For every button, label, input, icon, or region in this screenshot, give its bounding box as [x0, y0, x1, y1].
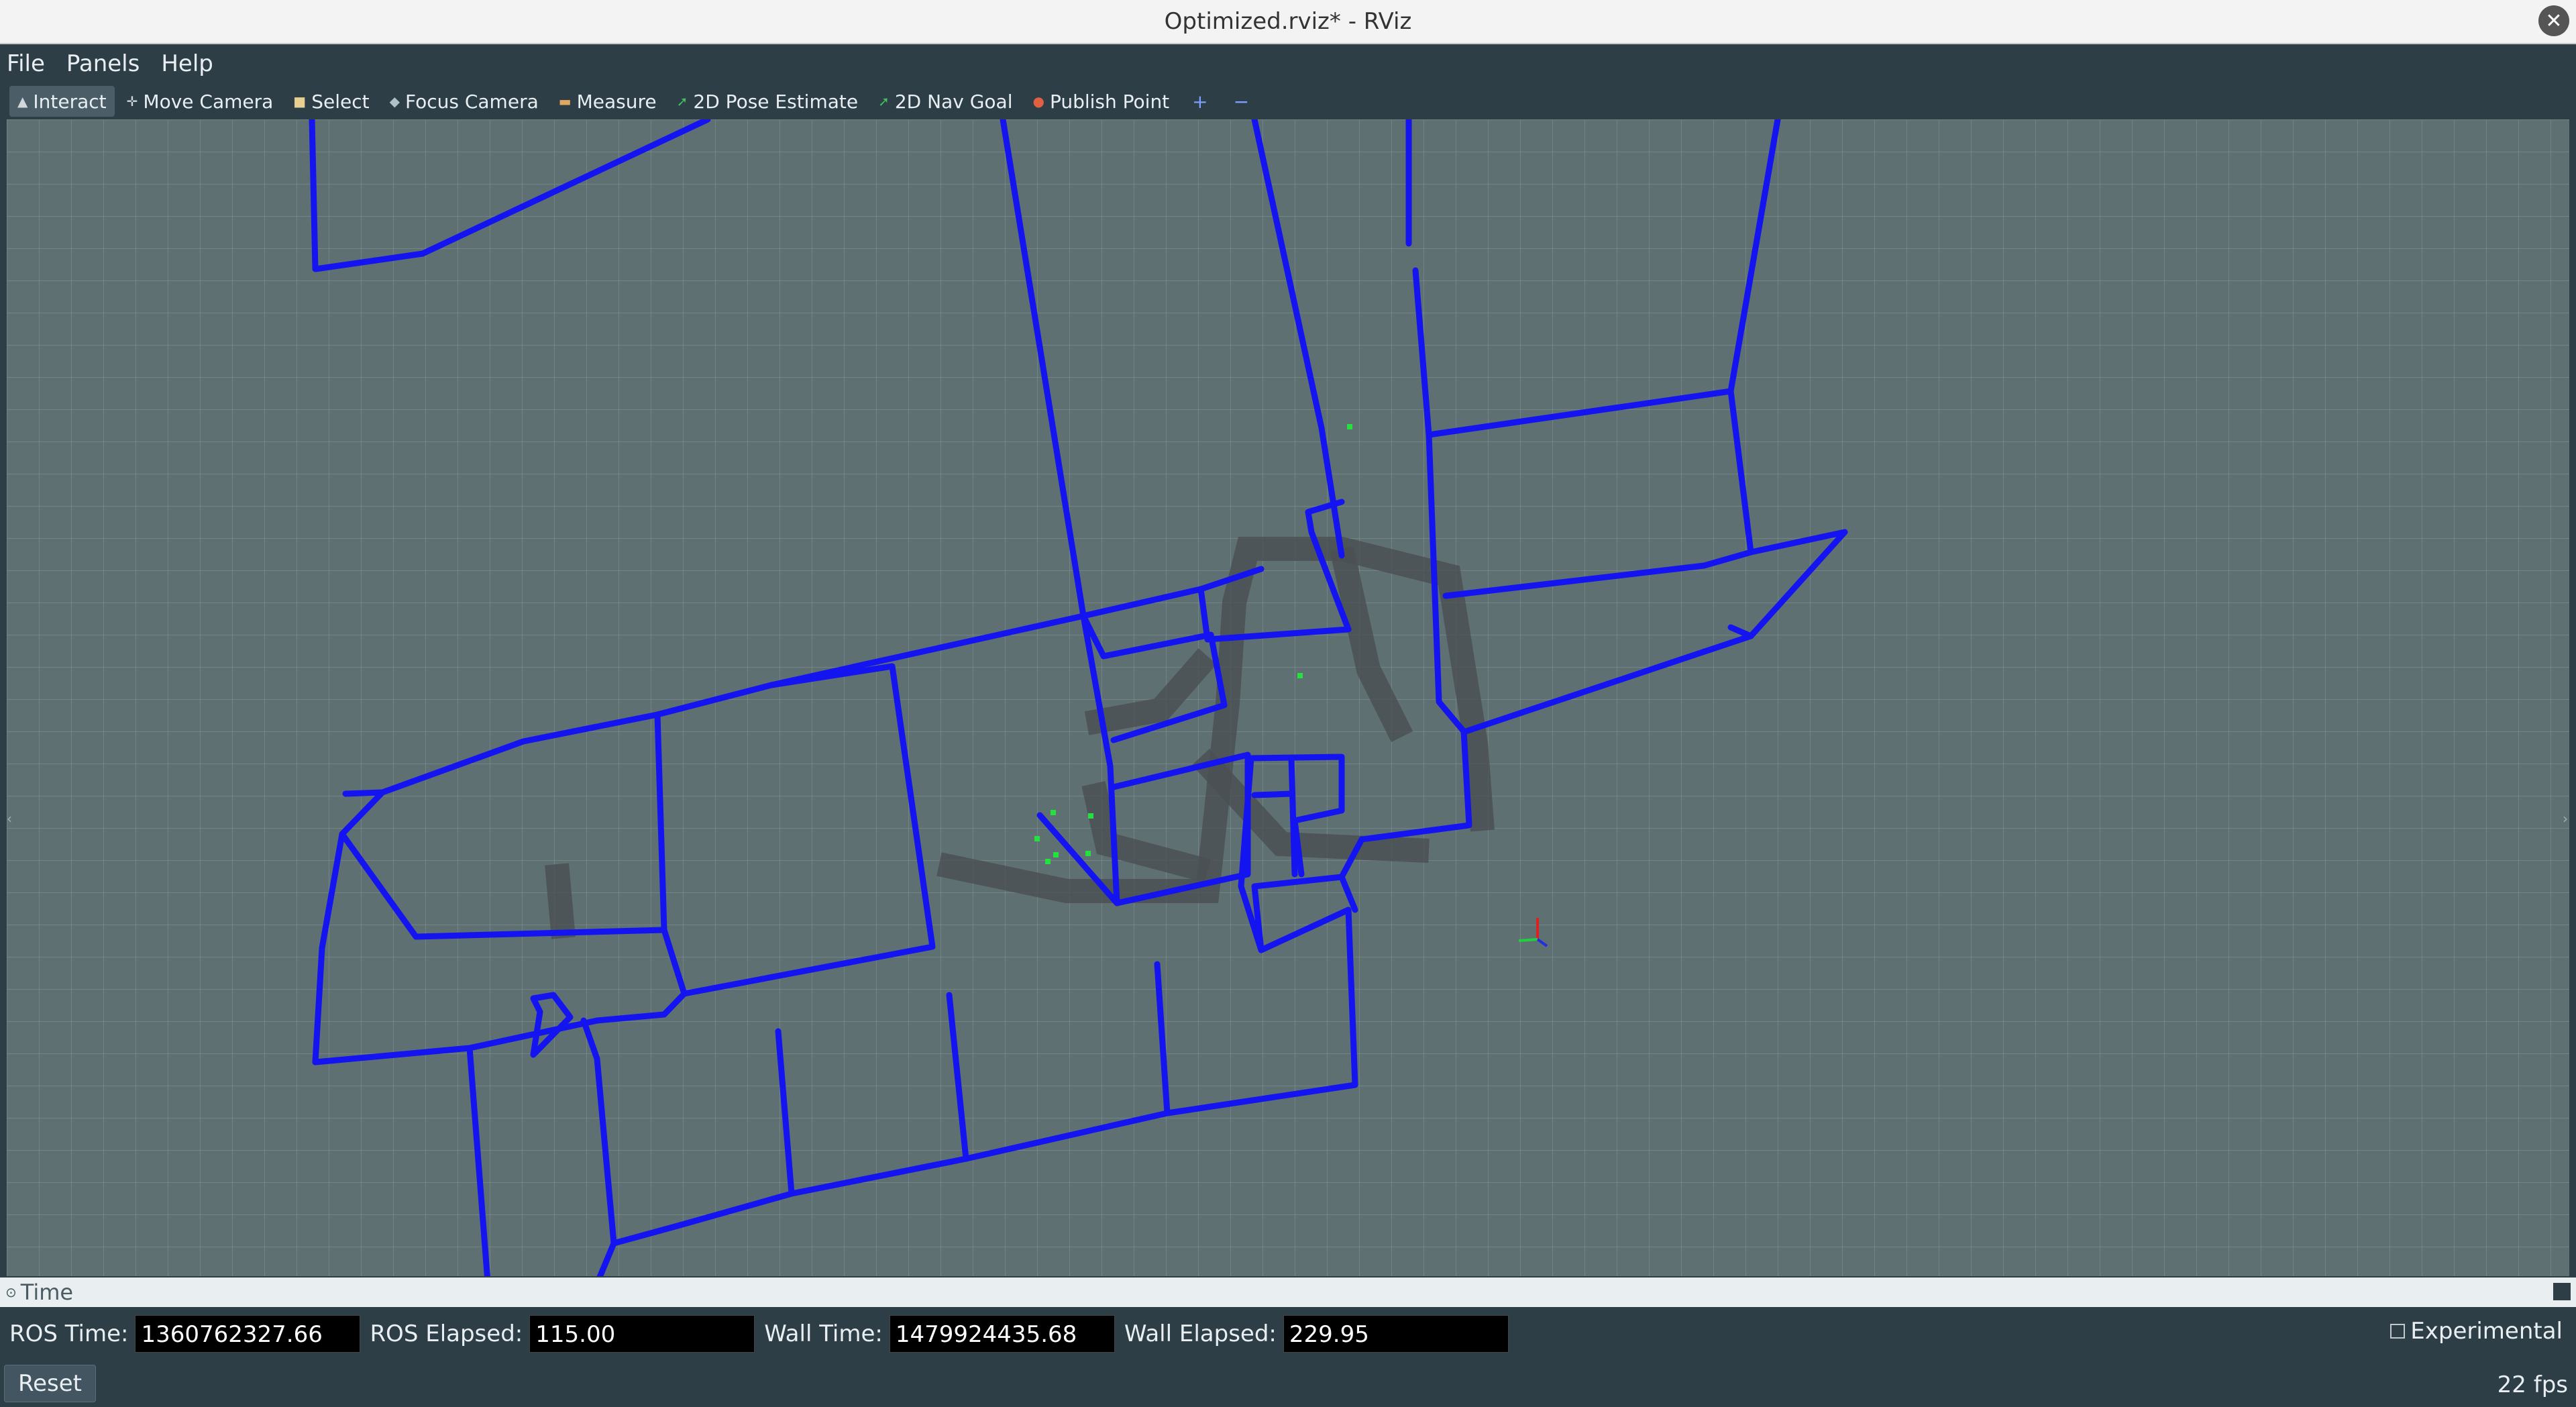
window-title: Optimized.rviz* - RViz: [1164, 8, 1412, 35]
tool-measure[interactable]: ▬ Measure: [551, 86, 665, 117]
status-bar: Reset: [0, 1359, 2576, 1407]
menu-help[interactable]: Help: [161, 50, 213, 77]
plus-icon: +: [1192, 90, 1208, 113]
tool-label: 2D Nav Goal: [894, 90, 1013, 113]
time-panel-header: ⊙ Time: [0, 1278, 2576, 1307]
fps-readout: 22 fps: [2497, 1371, 2568, 1398]
render-viewport[interactable]: ‹ ›: [7, 119, 2569, 1276]
tool-label: Interact: [33, 90, 107, 113]
publish-point-icon: ●: [1032, 93, 1044, 109]
menubar: File Panels Help: [0, 44, 2576, 83]
tool-2d-nav-goal[interactable]: ➚ 2D Nav Goal: [870, 86, 1020, 117]
panel-float-icon[interactable]: [2553, 1283, 2571, 1300]
tool-publish-point[interactable]: ● Publish Point: [1024, 86, 1177, 117]
experimental-checkbox[interactable]: Experimental: [2390, 1318, 2563, 1345]
menu-panels[interactable]: Panels: [66, 50, 140, 77]
measure-icon: ▬: [558, 93, 572, 109]
remove-tool-button[interactable]: −: [1223, 86, 1260, 117]
interact-icon: ▲: [17, 93, 28, 109]
select-icon: ■: [293, 93, 307, 109]
focus-camera-icon: ◆: [389, 93, 400, 109]
wall-time-field[interactable]: 1479924435.68: [889, 1315, 1115, 1353]
render-scene: [7, 119, 2569, 1276]
time-panel-title: Time: [20, 1280, 74, 1305]
wall-elapsed-field[interactable]: 229.95: [1283, 1315, 1509, 1353]
checkbox-icon: [2390, 1324, 2406, 1339]
left-splitter-handle[interactable]: ‹: [7, 811, 13, 831]
tool-label: 2D Pose Estimate: [693, 90, 859, 113]
window-titlebar: Optimized.rviz* - RViz ✕: [0, 0, 2576, 44]
panel-close-icon[interactable]: ⊙: [5, 1284, 17, 1300]
close-icon[interactable]: ✕: [2538, 5, 2569, 36]
ros-elapsed-field[interactable]: 115.00: [529, 1315, 755, 1353]
grid: [7, 119, 2569, 1276]
ros-time-label: ROS Time:: [9, 1320, 129, 1347]
nav-goal-icon: ➚: [878, 93, 890, 109]
ros-time-field[interactable]: 1360762327.66: [135, 1315, 361, 1353]
tool-label: Publish Point: [1049, 90, 1170, 113]
wall-time-label: Wall Time:: [764, 1320, 883, 1347]
tool-label: Move Camera: [143, 90, 274, 113]
move-camera-icon: ✛: [126, 93, 138, 109]
reset-button[interactable]: Reset: [4, 1364, 96, 1402]
ros-elapsed-label: ROS Elapsed:: [370, 1320, 523, 1347]
tool-move-camera[interactable]: ✛ Move Camera: [119, 86, 282, 117]
tool-select[interactable]: ■ Select: [285, 86, 377, 117]
time-panel: ROS Time: 1360762327.66 ROS Elapsed: 115…: [0, 1308, 2576, 1359]
minus-icon: −: [1233, 90, 1250, 113]
experimental-label: Experimental: [2410, 1318, 2563, 1345]
tool-label: Select: [311, 90, 370, 113]
right-splitter-handle[interactable]: ›: [2563, 811, 2569, 831]
wall-elapsed-label: Wall Elapsed:: [1124, 1320, 1277, 1347]
tool-label: Focus Camera: [405, 90, 539, 113]
pose-estimate-icon: ➚: [676, 93, 688, 109]
tool-2d-pose-estimate[interactable]: ➚ 2D Pose Estimate: [669, 86, 866, 117]
tool-label: Measure: [576, 90, 657, 113]
tool-interact[interactable]: ▲ Interact: [9, 86, 115, 117]
tool-toolbar: ▲ Interact ✛ Move Camera ■ Select ◆ Focu…: [0, 83, 2576, 119]
tool-focus-camera[interactable]: ◆ Focus Camera: [382, 86, 547, 117]
add-tool-button[interactable]: +: [1181, 86, 1218, 117]
menu-file[interactable]: File: [7, 50, 45, 77]
